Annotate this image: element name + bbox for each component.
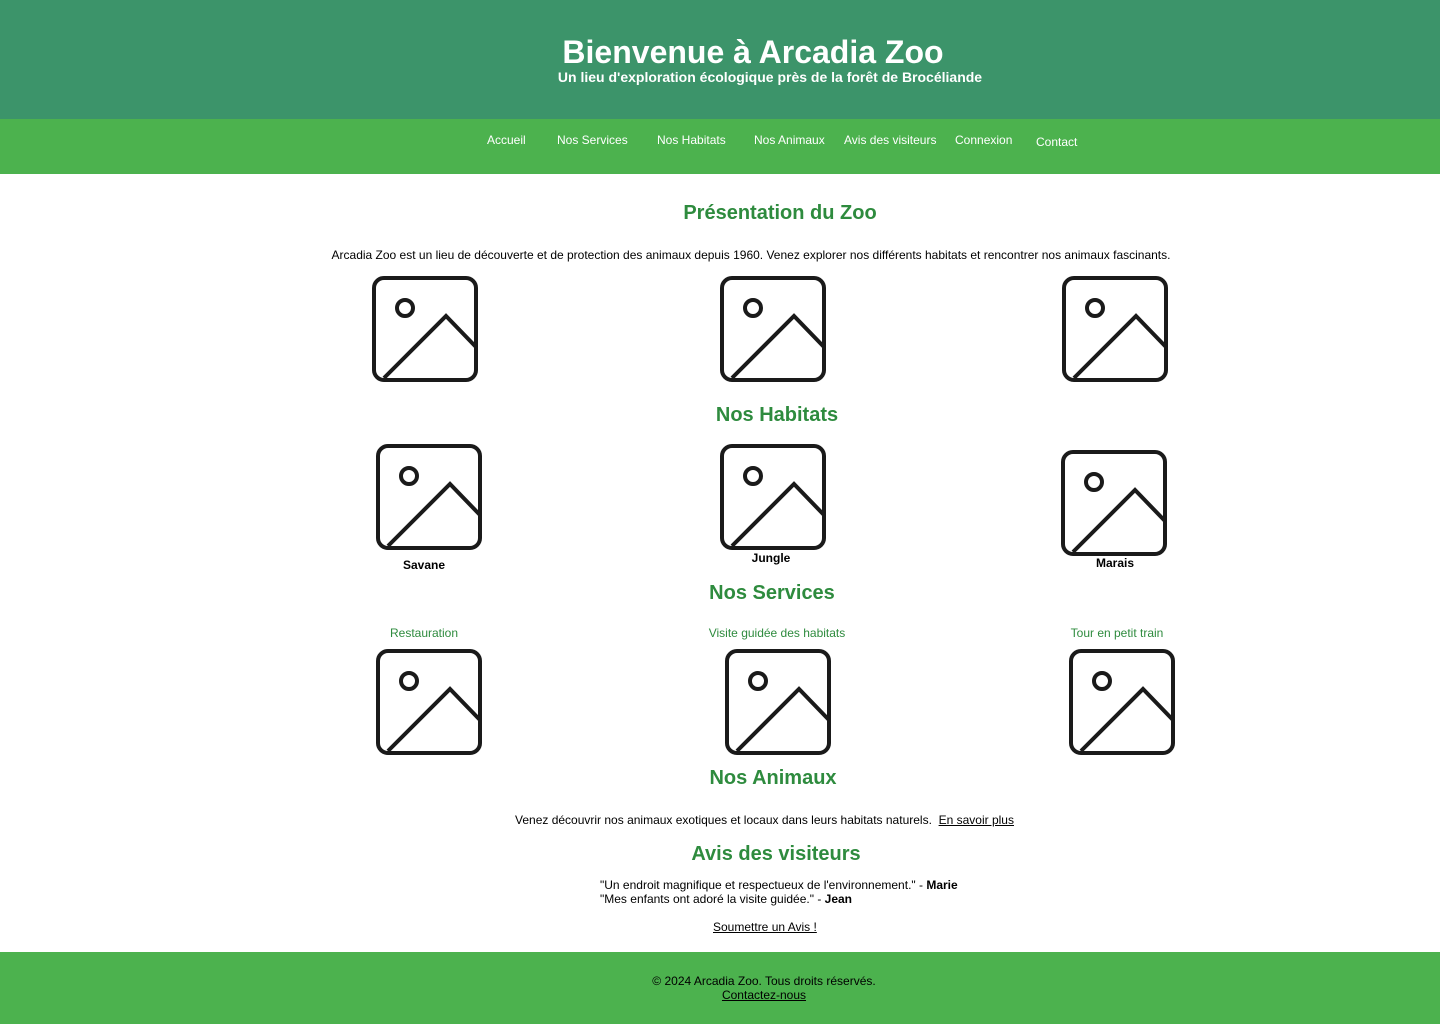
presentation-text: Arcadia Zoo est un lieu de découverte et…: [331, 248, 1171, 262]
review-author: Jean: [824, 892, 853, 906]
services-title: Nos Services: [709, 582, 835, 604]
main-nav: Accueil Nos Services Nos Habitats Nos An…: [0, 119, 1440, 174]
image-placeholder-icon: [376, 649, 482, 755]
habitat-marais-caption: Marais: [1095, 556, 1135, 570]
image-placeholder-icon: [372, 276, 478, 382]
site-footer: © 2024 Arcadia Zoo. Tous droits réservés…: [0, 952, 1440, 1024]
nav-link-connexion[interactable]: Connexion: [955, 133, 1012, 147]
habitat-savane-caption: Savane: [402, 558, 446, 572]
site-title: Bienvenue à Arcadia Zoo: [562, 34, 944, 70]
image-placeholder-icon: [1062, 276, 1168, 382]
image-placeholder-icon: [720, 276, 826, 382]
review-author: Marie: [926, 878, 958, 892]
site-subtitle: Un lieu d'exploration écologique près de…: [557, 69, 983, 85]
nav-link-contact[interactable]: Contact: [1036, 135, 1077, 149]
footer-contact-link[interactable]: Contactez-nous: [0, 988, 1440, 1002]
image-placeholder-icon: [725, 649, 831, 755]
service-restauration-title: Restauration: [389, 626, 459, 640]
submit-review-link[interactable]: Soumettre un Avis !: [713, 920, 817, 934]
presentation-title: Présentation du Zoo: [683, 202, 877, 224]
animals-title: Nos Animaux: [709, 767, 837, 789]
reviews-title: Avis des visiteurs: [691, 843, 861, 865]
image-placeholder-icon: [1069, 649, 1175, 755]
animals-text: Venez découvrir nos animaux exotiques et…: [515, 813, 1014, 827]
review-item: "Un endroit magnifique et respectueux de…: [600, 878, 958, 892]
footer-copyright: © 2024 Arcadia Zoo. Tous droits réservés…: [652, 974, 876, 988]
nav-link-accueil[interactable]: Accueil: [487, 133, 526, 147]
animals-more-link[interactable]: En savoir plus: [939, 813, 1014, 827]
review-quote: "Un endroit magnifique et respectueux de…: [600, 878, 927, 892]
review-quote: "Mes enfants ont adoré la visite guidée.…: [600, 892, 825, 906]
review-item: "Mes enfants ont adoré la visite guidée.…: [600, 892, 852, 906]
animals-description: Venez découvrir nos animaux exotiques et…: [515, 813, 932, 827]
nav-link-animaux[interactable]: Nos Animaux: [754, 133, 825, 147]
service-visite-title: Visite guidée des habitats: [708, 626, 846, 640]
nav-link-habitats[interactable]: Nos Habitats: [657, 133, 726, 147]
habitat-savane-image[interactable]: [376, 444, 482, 550]
habitat-marais-image[interactable]: [1061, 450, 1167, 556]
habitat-jungle-caption: Jungle: [751, 551, 791, 565]
habitat-jungle-image[interactable]: [720, 444, 826, 550]
service-train-title: Tour en petit train: [1070, 626, 1164, 640]
habitats-title: Nos Habitats: [715, 404, 839, 426]
site-header: Bienvenue à Arcadia Zoo Un lieu d'explor…: [0, 0, 1440, 119]
nav-link-avis[interactable]: Avis des visiteurs: [844, 133, 936, 147]
nav-link-services[interactable]: Nos Services: [557, 133, 628, 147]
